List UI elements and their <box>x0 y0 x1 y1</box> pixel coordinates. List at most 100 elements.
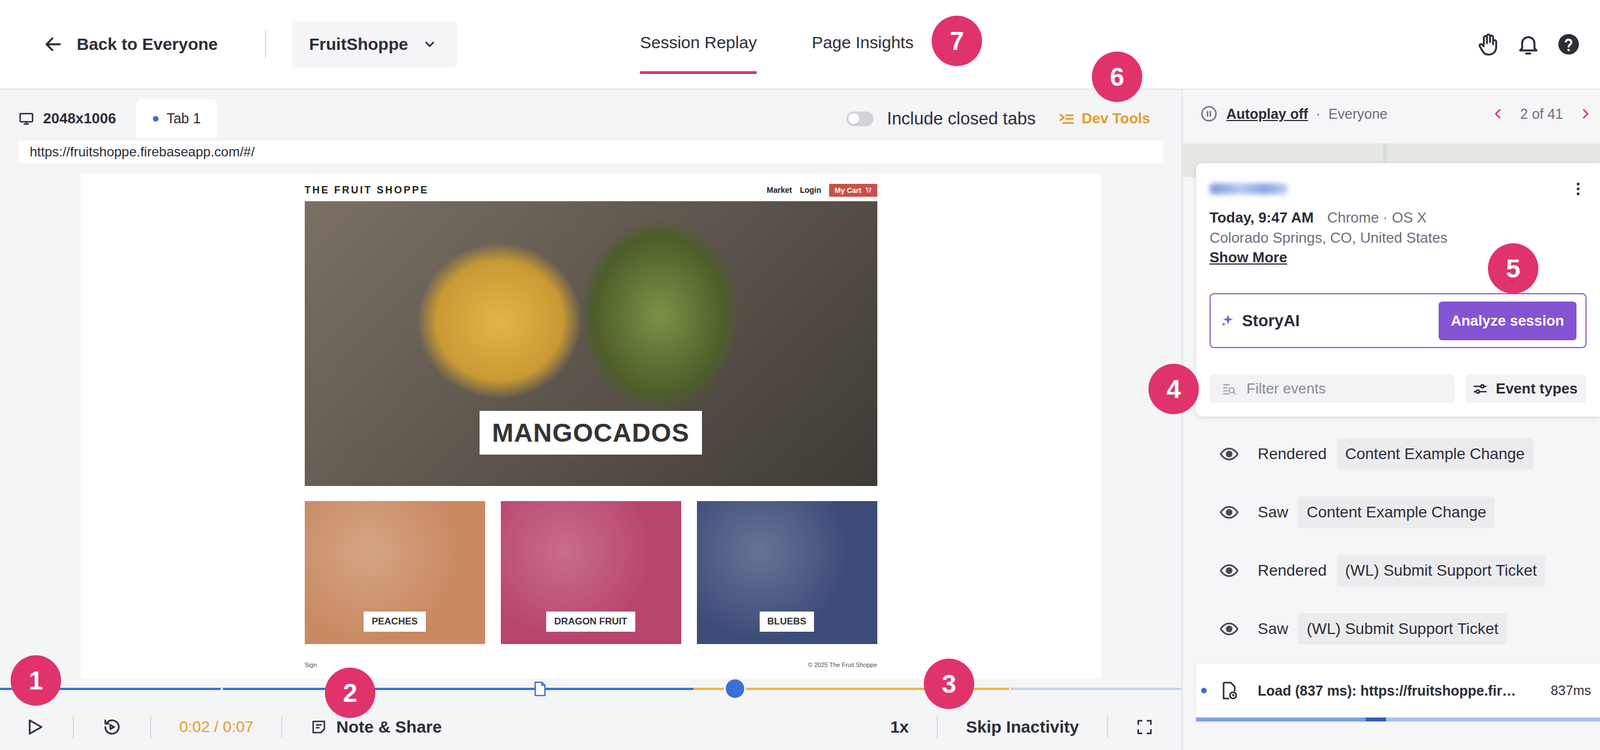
url-bar: https://fruitshoppe.firebaseapp.com/#/ <box>18 140 1164 164</box>
session-pager: 2 of 41 <box>1520 105 1564 123</box>
cart-icon <box>864 186 872 194</box>
map-background: Today, 9:47 AMChrome · OS XColorado Spri… <box>1182 143 1600 417</box>
speed-button[interactable]: 1x <box>890 717 909 737</box>
timeline[interactable] <box>0 678 1182 704</box>
callout-badge: 7 <box>931 15 983 67</box>
site-nav-item[interactable]: Login <box>800 185 822 195</box>
replay-icon[interactable] <box>101 716 123 737</box>
monitor-icon <box>18 110 35 127</box>
eye-icon <box>1219 618 1240 639</box>
site-nav-item[interactable]: Market <box>766 185 793 195</box>
back-link[interactable]: Back to Everyone <box>43 34 218 55</box>
site: THE FRUIT SHOPPEMarketLoginMy CartMANGOC… <box>304 173 878 679</box>
top-icons <box>1475 31 1600 57</box>
event-row[interactable]: Saw(WL) Submit Support Ticket <box>1182 599 1600 658</box>
note-icon <box>310 718 328 736</box>
tab-dot <box>152 115 159 122</box>
load-progress <box>1196 717 1600 722</box>
dev-tools-button[interactable]: Dev Tools <box>1058 99 1151 138</box>
load-event-row[interactable]: Load (837 ms): https://fruitshoppe.fir… 8… <box>1196 663 1600 722</box>
sliders-icon <box>1472 380 1488 397</box>
toggle-switch[interactable] <box>846 111 874 127</box>
cart-label: My Cart <box>834 185 862 195</box>
event-tag: Content Example Change <box>1298 496 1495 528</box>
session-time-row: Today, 9:47 AMChrome · OS X <box>1209 207 1587 228</box>
show-more-link[interactable]: Show More <box>1209 247 1288 267</box>
event-row[interactable]: Saw Content Example Change <box>1182 482 1600 542</box>
bell-icon[interactable] <box>1515 31 1541 57</box>
cart-button[interactable]: My Cart <box>829 183 878 197</box>
hero-label[interactable]: MANGOCADOS <box>479 410 702 455</box>
filter-placeholder: Filter events <box>1246 379 1327 398</box>
browser-tab-label: Tab 1 <box>166 110 201 127</box>
user-name-blurred <box>1209 183 1288 195</box>
main-area: 2048x1006Tab 1Include closed tabsDev Too… <box>0 89 1600 750</box>
app-selector[interactable]: FruitShoppe <box>292 21 458 68</box>
event-verb: Saw <box>1257 503 1288 522</box>
view-tab[interactable]: Page Insights <box>811 0 914 74</box>
dev-tools-label: Dev Tools <box>1081 109 1151 128</box>
analyze-session-button[interactable]: Analyze session <box>1438 301 1577 341</box>
event-row[interactable]: Rendered(WL) Submit Support Ticket <box>1182 541 1600 600</box>
top-bar: Back to Everyone FruitShoppe Session Repla… <box>0 0 1600 90</box>
timeline-tick <box>1008 685 1012 692</box>
site-nav: Market Login My Cart <box>766 183 878 197</box>
filter-events-input[interactable]: Filter events <box>1209 374 1455 403</box>
audience-separator: · <box>1315 105 1321 123</box>
kebab-menu-icon[interactable] <box>1569 180 1587 198</box>
scrubber-handle[interactable] <box>725 678 744 698</box>
view-tab[interactable]: Session Replay <box>639 0 757 74</box>
view-tab-label: Session Replay <box>639 32 757 53</box>
replay-stage: THE FRUIT SHOPPEMarketLoginMy CartMANGOC… <box>0 173 1182 679</box>
event-tag: Content Example Change <box>1336 438 1534 470</box>
autoplay-toggle[interactable]: Autoplay off <box>1226 105 1309 123</box>
callout-badge: 1 <box>10 654 62 706</box>
include-closed-tabs[interactable]: Include closed tabs <box>846 99 1036 138</box>
load-progress-fill <box>1196 717 1366 722</box>
eye-icon <box>1219 560 1240 581</box>
timeline-segment <box>1012 687 1182 690</box>
toggle-label: Include closed tabs <box>886 108 1036 129</box>
load-progress-mark <box>1365 717 1386 722</box>
product-card[interactable]: DRAGON FRUIT <box>500 500 682 644</box>
chevron-down-icon <box>422 36 437 52</box>
pause-circle-icon[interactable] <box>1200 105 1218 123</box>
player-controls: 0:02 / 0:07 Note & Share 1x Skip Inactivity <box>0 703 1182 750</box>
product-label: DRAGON FRUIT <box>546 611 635 632</box>
load-event-text: Load (837 ms): https://fruitshoppe.fir… <box>1257 682 1516 699</box>
site-footer: Sign© 2025 The Fruit Shoppe <box>304 660 878 669</box>
browser-tab[interactable]: Tab 1 <box>136 99 218 138</box>
callout-badge: 5 <box>1487 243 1539 294</box>
load-duration: 837ms <box>1550 682 1592 699</box>
footer-link[interactable]: Sign <box>304 660 318 669</box>
view-tab-label: Page Insights <box>811 32 914 53</box>
page-marker-icon[interactable] <box>533 680 547 697</box>
chevron-left-icon[interactable] <box>1491 107 1505 121</box>
arrow-left-icon <box>43 34 64 55</box>
note-share-label: Note & Share <box>336 717 442 737</box>
hand-icon[interactable] <box>1475 31 1501 57</box>
filter-row: Filter events Event types <box>1209 374 1587 403</box>
toggle-knob <box>848 113 860 125</box>
event-types-label: Event types <box>1495 379 1578 398</box>
timeline-track <box>0 687 1182 690</box>
event-types-button[interactable]: Event types <box>1465 374 1587 403</box>
product-card[interactable]: BLUEBS <box>696 500 878 644</box>
note-share-button[interactable]: Note & Share <box>310 717 442 737</box>
product-card[interactable]: PEACHES <box>304 500 486 644</box>
app-selector-label: FruitShoppe <box>309 34 409 54</box>
fullscreen-icon[interactable] <box>1136 718 1153 736</box>
audience: Everyone <box>1328 105 1388 123</box>
play-icon[interactable] <box>24 716 45 737</box>
chevron-right-icon[interactable] <box>1578 107 1593 121</box>
product-label: PEACHES <box>363 611 426 632</box>
hero-image: MANGOCADOS <box>304 201 878 486</box>
event-verb: Rendered <box>1257 561 1327 580</box>
event-row[interactable]: RenderedContent Example Change <box>1182 424 1600 483</box>
storyai-label: StoryAI <box>1242 311 1300 330</box>
playback-time: 0:02 / 0:07 <box>179 717 254 736</box>
skip-inactivity-button[interactable]: Skip Inactivity <box>965 717 1079 737</box>
callout-badge: 3 <box>923 658 975 709</box>
help-icon[interactable] <box>1556 31 1581 57</box>
view-tabs: Session Replay Page Insights <box>639 0 914 74</box>
